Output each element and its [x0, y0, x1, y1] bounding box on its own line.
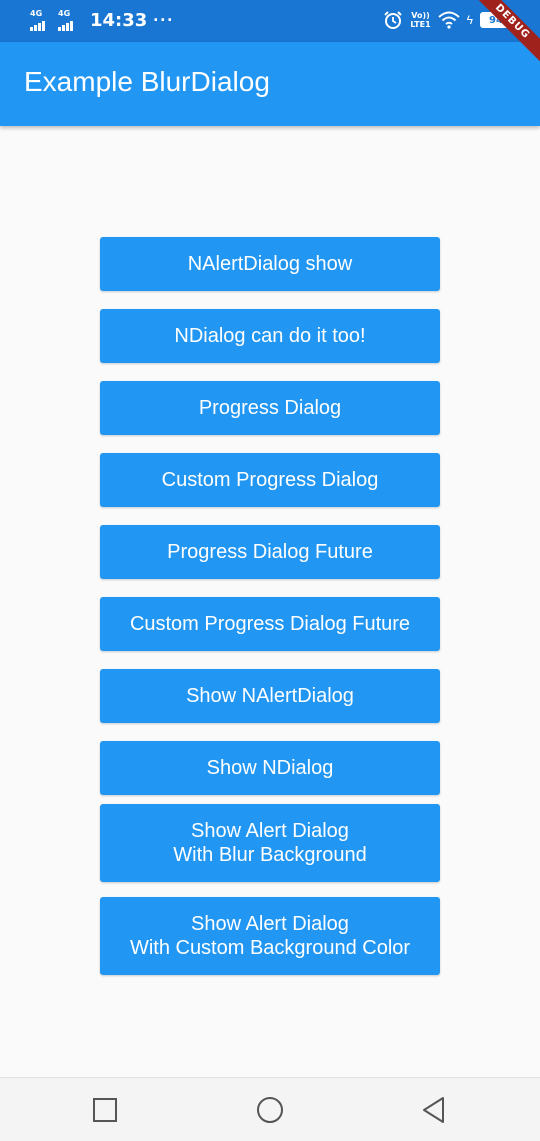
custom-background-color-dialog-button[interactable]: Show Alert Dialog With Custom Background… — [100, 897, 440, 975]
lte-label: LTE1 — [410, 20, 431, 29]
volte-label: Vo)) — [411, 11, 430, 20]
show-nalertdialog-button[interactable]: Show NAlertDialog — [100, 669, 440, 723]
charging-icon: ϟ — [466, 13, 473, 27]
more-notifications-icon: ··· — [153, 10, 175, 30]
home-circle-icon[interactable] — [255, 1095, 285, 1125]
progress-dialog-future-button[interactable]: Progress Dialog Future — [100, 525, 440, 579]
network-type-label: 4G — [30, 8, 43, 18]
ndialog-button[interactable]: NDialog can do it too! — [100, 309, 440, 363]
back-triangle-icon[interactable] — [419, 1095, 449, 1125]
wifi-icon — [437, 11, 460, 29]
show-ndialog-button[interactable]: Show NDialog — [100, 741, 440, 795]
alarm-icon — [384, 11, 403, 29]
navigation-bar — [0, 1077, 540, 1141]
status-time: 14:33 — [90, 10, 148, 31]
custom-progress-dialog-button[interactable]: Custom Progress Dialog — [100, 453, 440, 507]
progress-dialog-button[interactable]: Progress Dialog — [100, 381, 440, 435]
signal-icon-2: 4G — [58, 8, 80, 31]
nalertdialog-show-button[interactable]: NAlertDialog show — [100, 237, 440, 291]
volte-icon: Vo)) LTE1 — [410, 11, 430, 29]
blur-background-dialog-button[interactable]: Show Alert Dialog With Blur Background — [100, 804, 440, 882]
app-bar: Example BlurDialog — [0, 42, 540, 126]
app-title: Example BlurDialog — [24, 66, 270, 97]
status-left: 4G 4G 14:33 ··· — [30, 8, 175, 31]
network-type-label-2: 4G — [58, 8, 71, 18]
custom-progress-dialog-future-button[interactable]: Custom Progress Dialog Future — [100, 597, 440, 651]
signal-icon: 4G — [30, 8, 52, 31]
status-bar: 4G 4G 14:33 ··· Vo)) LTE1 ϟ 94 — [0, 0, 540, 42]
recents-square-icon[interactable] — [90, 1095, 120, 1125]
